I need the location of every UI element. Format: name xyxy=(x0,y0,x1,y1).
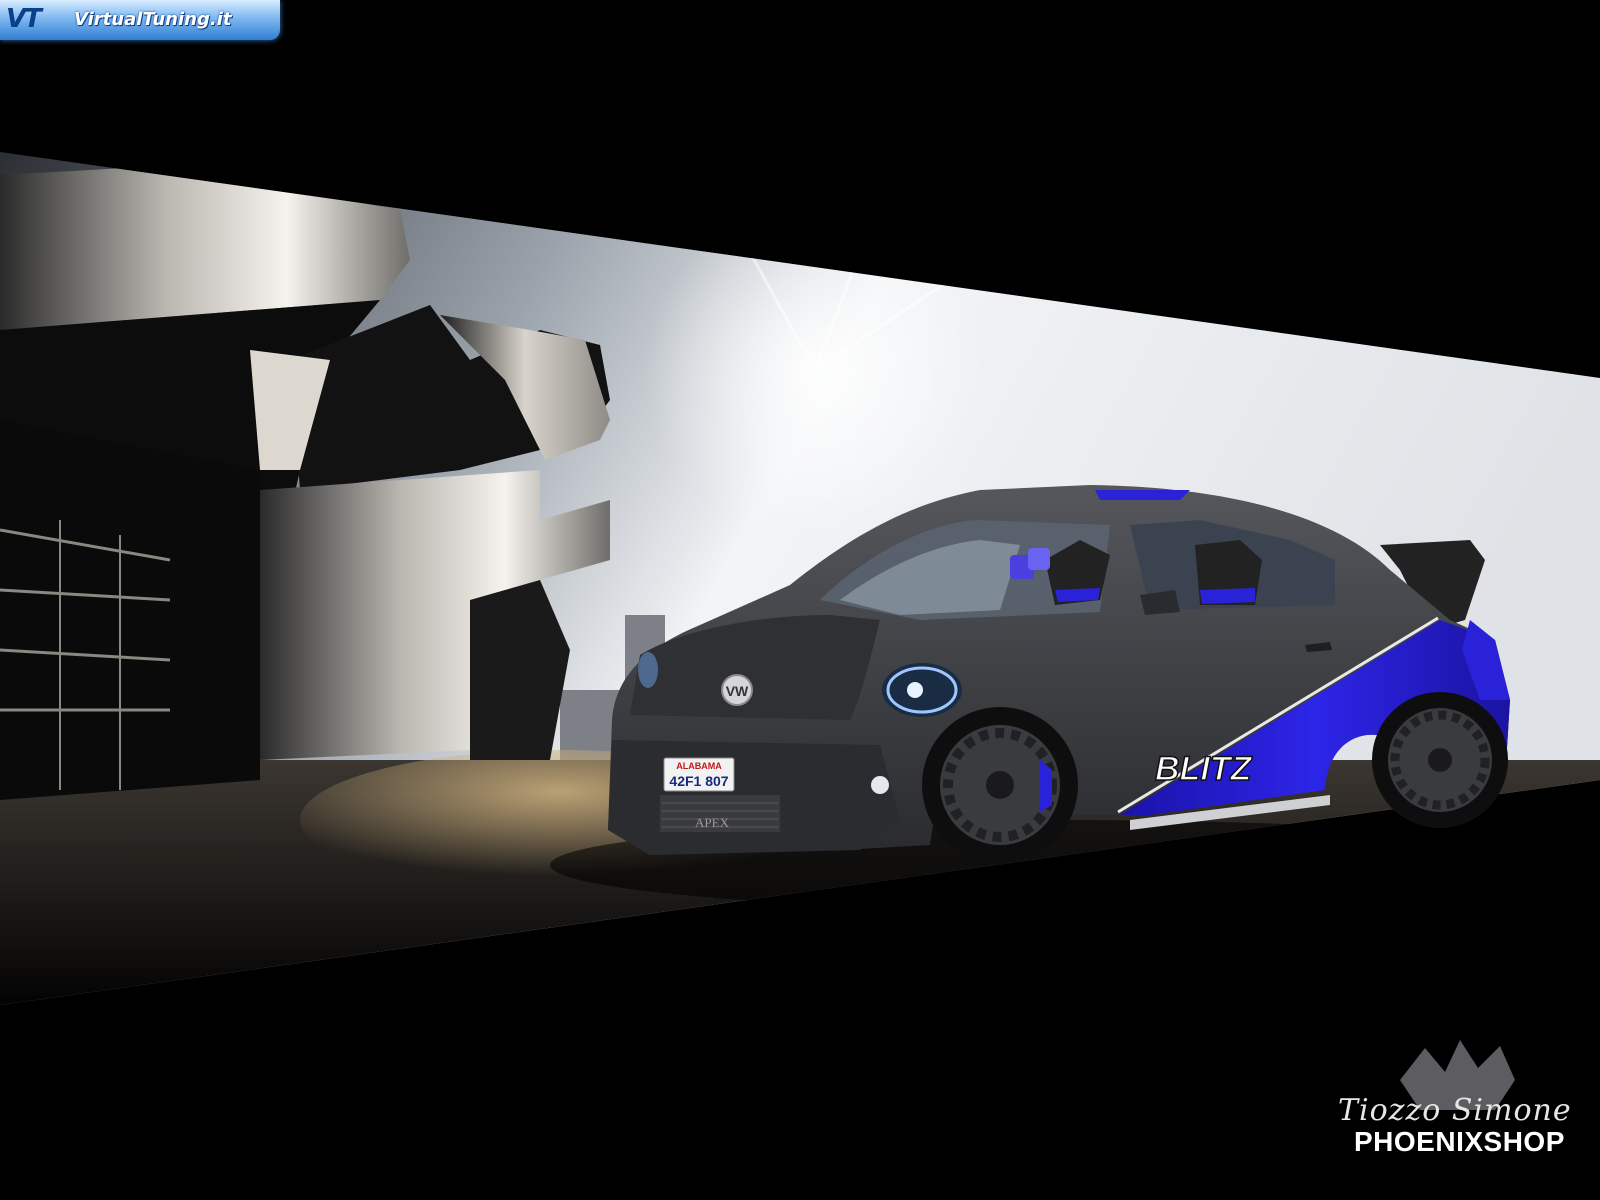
author-signature: Tiozzo Simone xyxy=(1338,1093,1572,1128)
vt-logo: VT xyxy=(6,4,42,34)
plate-state: ALABAMA xyxy=(676,761,722,771)
front-wheel xyxy=(922,707,1078,863)
virtualtuning-watermark: VT VirtualTuning.it xyxy=(0,0,280,40)
watermark-site-name: VirtualTuning.it xyxy=(74,9,232,30)
phoenixshop-brand: PHOENIXSHOP xyxy=(1354,1126,1565,1157)
bumper-sponsor: APEX xyxy=(695,815,730,830)
side-sponsor-decal: BLITZ xyxy=(1155,750,1253,788)
tuning-artwork: VW ALABAMA 42F1 807 APEX BLITZ xyxy=(0,0,1600,1200)
rear-wheel xyxy=(1372,692,1508,828)
plate-number: 42F1 807 xyxy=(669,773,728,789)
svg-text:VW: VW xyxy=(726,683,749,699)
